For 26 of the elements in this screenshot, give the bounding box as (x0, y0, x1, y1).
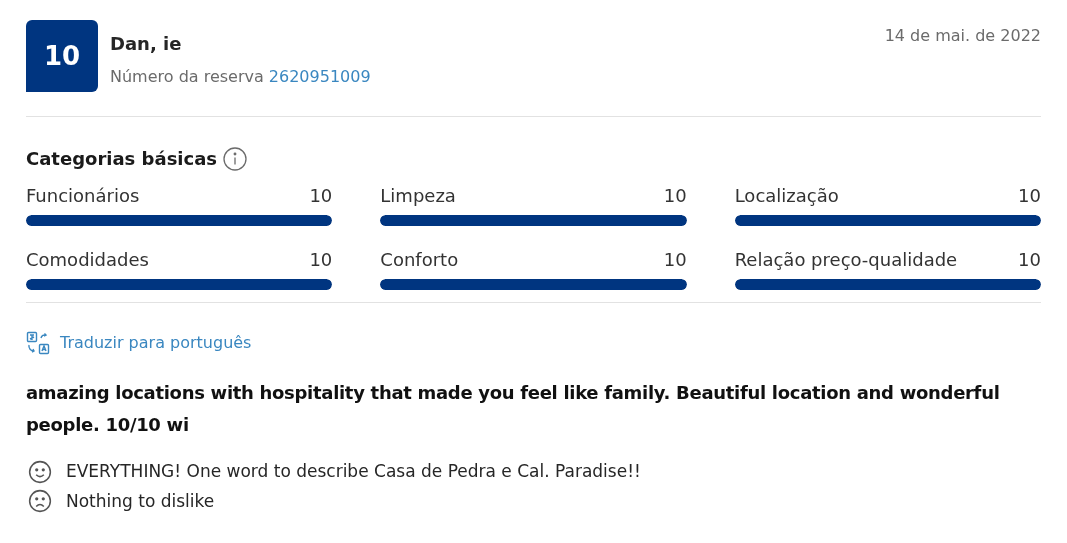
category-label: Conforto (380, 248, 459, 272)
category-score: 10 (663, 248, 687, 272)
booking-number: 2620951009 (268, 66, 371, 88)
review-comment: EVERYTHING! One word to describe Casa de Pedra e Cal. Paradise!! (66, 460, 641, 483)
smiley-face-icon (28, 459, 52, 484)
translate-link[interactable]: Traduzir para português (60, 331, 252, 355)
category-score: 10 (309, 184, 333, 208)
info-icon[interactable] (223, 146, 248, 171)
sad-face-icon (28, 489, 52, 514)
category-label: Localização (734, 184, 839, 208)
translate-icon[interactable] (26, 331, 50, 355)
review-date: 14 de mai. de 2022 (884, 25, 1041, 47)
category-score: 10 (309, 248, 333, 272)
category-label: Comodidades (26, 248, 149, 272)
category-label: Funcionários (26, 184, 140, 208)
booking-label: Número da reserva (110, 66, 264, 88)
category-label: Relação preço-qualidade (734, 248, 958, 272)
category-score: 10 (1018, 184, 1041, 208)
review-headline: amazing locations with hospitality that made you feel like family. Beautiful location and wonderful people. 10/10 wi (26, 381, 1001, 437)
category-label: Limpeza (380, 184, 456, 208)
score-badge: 10 (26, 20, 98, 92)
category-score: 10 (663, 184, 687, 208)
category-score: 10 (1018, 248, 1041, 272)
section-title: Categorias básicas (26, 147, 218, 171)
reviewer-name: Dan, ie (110, 32, 183, 56)
review-comment: Nothing to dislike (66, 489, 215, 513)
